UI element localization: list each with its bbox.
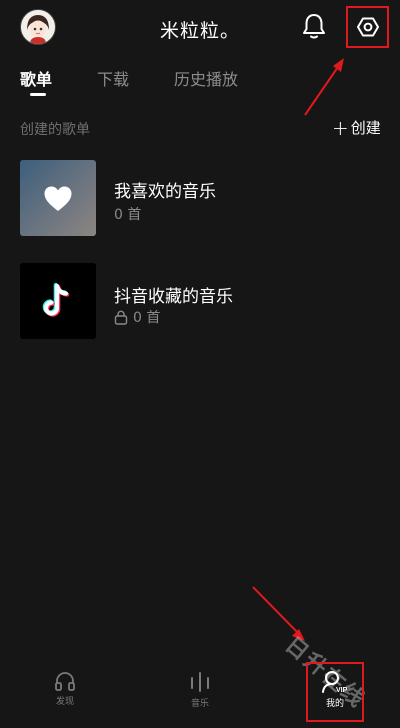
playlist-count-favorites: 0 首 [114,207,142,223]
nav-music[interactable]: 音乐 [170,670,230,709]
active-tab-indicator [30,93,46,96]
notification-button[interactable] [301,12,327,40]
annotation-arrows [252,58,344,641]
tiktok-logo-icon [42,282,70,317]
page-title: 米粒粒。 [159,20,240,42]
arrow-to-settings [304,58,344,116]
playlist-name-douyin[interactable]: 抖音收藏的音乐 [114,282,233,307]
bell-icon [303,14,325,39]
tab-playlists[interactable]: 歌单 [20,66,52,90]
tab-history[interactable]: 历史播放 [174,66,238,90]
soundwave-icon [191,672,209,692]
playlist-cover-douyin[interactable] [20,263,96,339]
nav-label-discover: 发现 [55,697,74,707]
gear-icon [356,17,379,37]
section-label: 创建的歌单 [20,122,90,138]
heart-icon [44,186,72,211]
headphones-icon [55,672,75,691]
nav-label-music: 音乐 [190,699,209,709]
playlist-name-favorites[interactable]: 我喜欢的音乐 [114,177,216,202]
plus-icon: + [332,115,349,140]
create-label: 创建 [350,119,381,137]
playlist-count-douyin: 0 首 [114,307,160,327]
nav-discover[interactable]: 发现 [35,670,95,707]
annotation-highlight-mine [306,662,364,722]
playlist-cover-favorites[interactable] [20,160,96,236]
settings-button[interactable] [346,6,389,48]
tab-downloads[interactable]: 下载 [97,66,129,90]
lock-icon [114,310,128,325]
create-playlist-button[interactable]: + 创建 [332,117,381,138]
